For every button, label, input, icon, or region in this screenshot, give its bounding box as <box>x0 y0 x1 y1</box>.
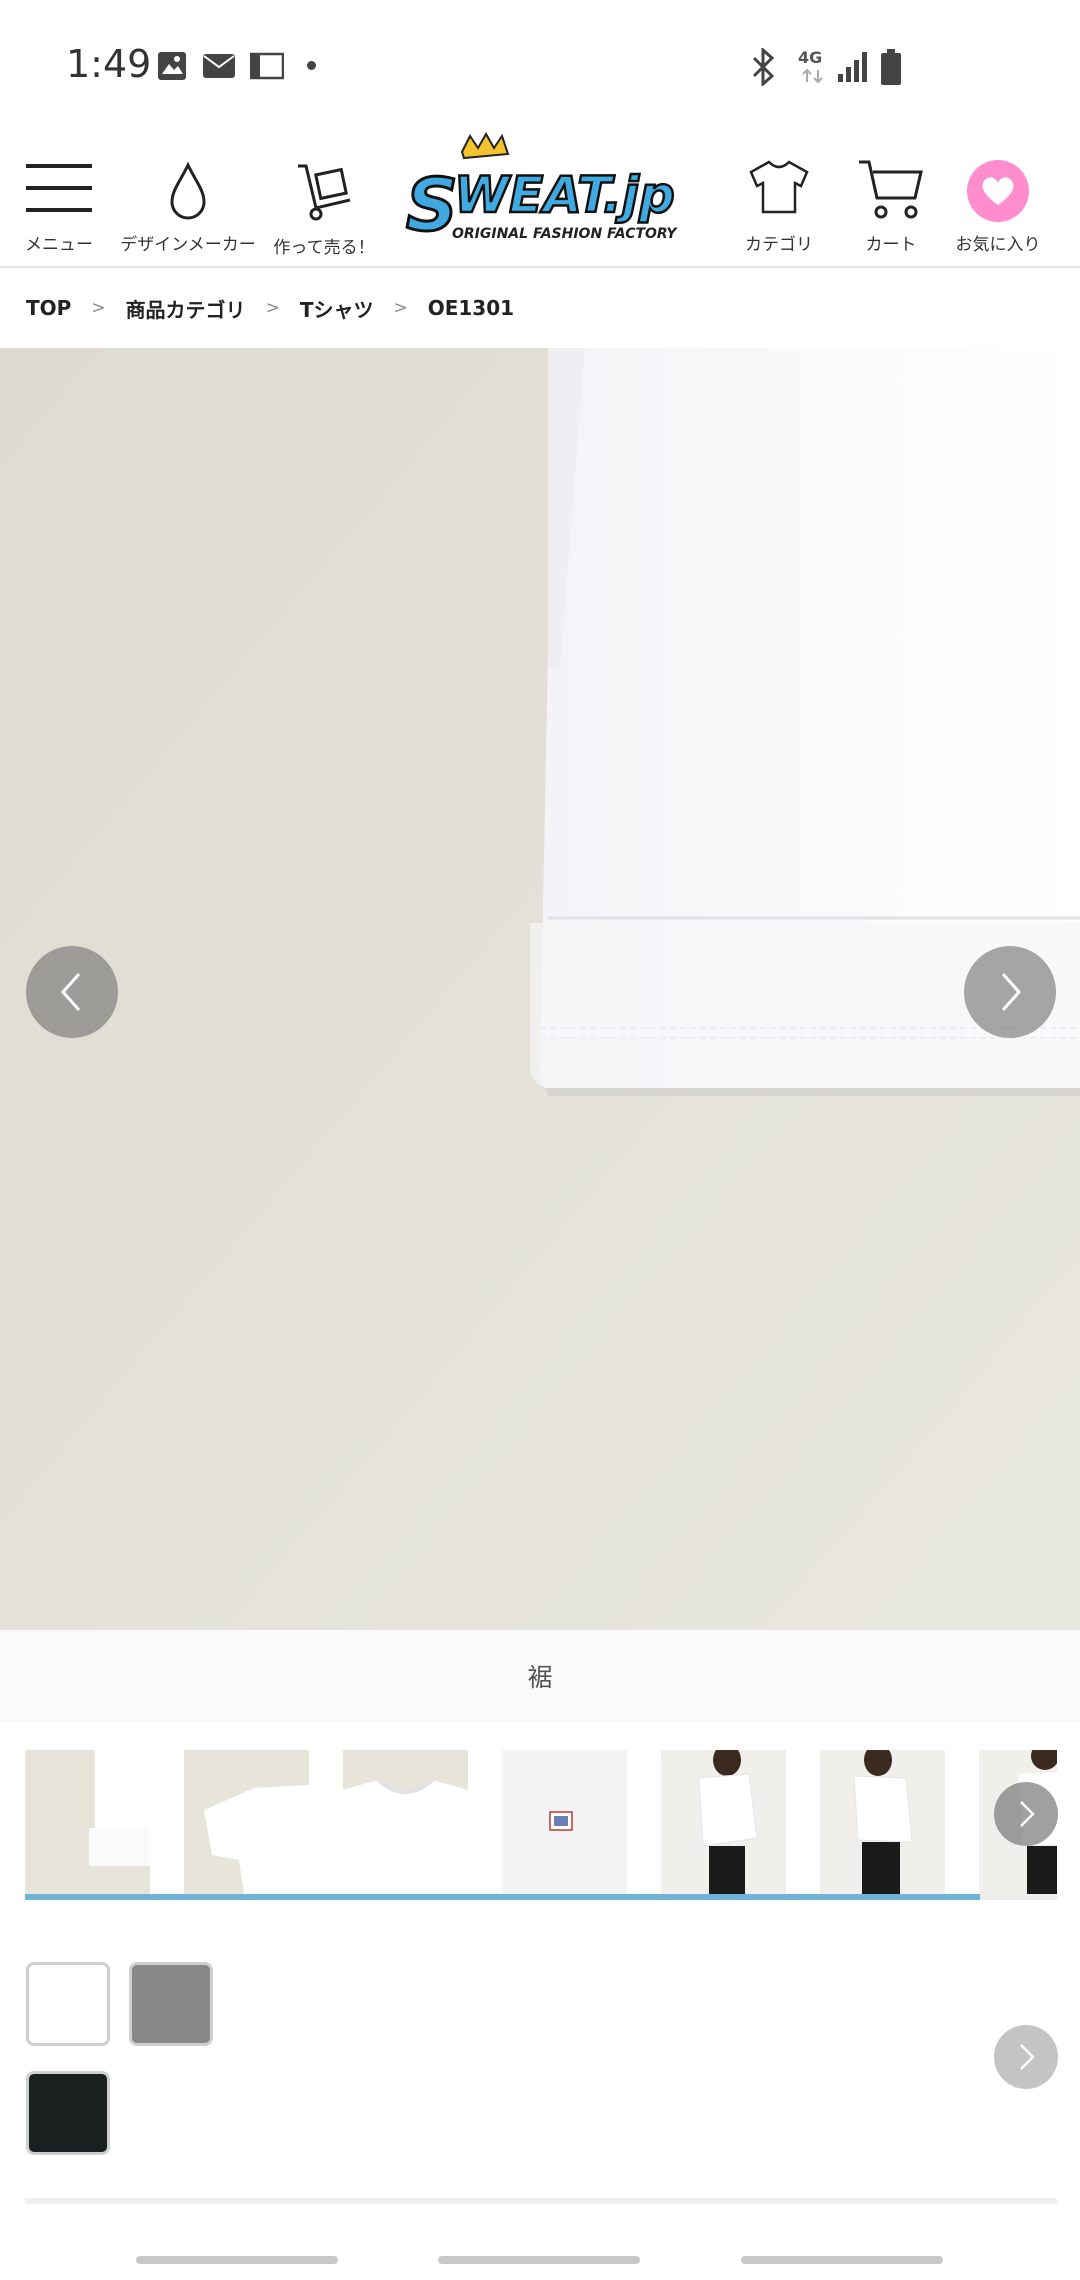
make-and-sell-label: 作って売る！ <box>273 238 375 258</box>
svg-text:S: S <box>406 163 458 247</box>
category-label: カテゴリ <box>745 235 813 255</box>
svg-text:WEAT.jp: WEAT.jp <box>454 166 675 224</box>
thumbnail-next-button[interactable] <box>994 1782 1058 1846</box>
chevron-right-icon <box>1020 2044 1035 2070</box>
color-swatch-white[interactable] <box>26 1962 110 2046</box>
category-button[interactable]: カテゴリ <box>734 130 824 266</box>
svg-text:ORIGINAL FASHION FACTORY: ORIGINAL FASHION FACTORY <box>452 226 678 242</box>
thumbnail-strip <box>25 1750 1057 1900</box>
sweat-logo-icon: S WEAT.jp ORIGINAL FASHION FACTORY <box>405 131 678 249</box>
nav-home[interactable] <box>438 2256 640 2264</box>
cart-icon <box>859 160 923 219</box>
thumbnail-scrollbar[interactable] <box>25 1894 980 1900</box>
chevron-left-icon <box>60 973 81 1011</box>
chevron-right-icon <box>1001 973 1022 1011</box>
design-maker-label: デザインメーカー <box>120 235 256 255</box>
design-maker-button[interactable]: デザインメーカー <box>118 130 258 266</box>
hamburger-icon <box>26 164 92 212</box>
color-swatch-black[interactable] <box>26 2071 110 2155</box>
next-image-button[interactable] <box>964 946 1056 1038</box>
nav-back[interactable] <box>741 2256 943 2264</box>
heart-icon <box>982 177 1014 205</box>
cart-button[interactable]: カート <box>846 130 936 266</box>
prev-image-button[interactable] <box>26 946 118 1038</box>
dot-icon <box>307 61 316 70</box>
breadcrumb-separator: > <box>393 298 408 318</box>
breadcrumb-separator: > <box>91 298 106 318</box>
tshirt-icon <box>749 160 809 214</box>
menu-button[interactable]: メニュー <box>14 130 104 266</box>
heart-badge <box>967 160 1029 222</box>
breadcrumb-separator: > <box>265 298 280 318</box>
breadcrumb: TOP > 商品カテゴリ > Tシャツ > OE1301 <box>0 268 1080 348</box>
image-caption: 裾 <box>0 1630 1080 1722</box>
favorites-label: お気に入り <box>955 235 1041 255</box>
thumbnail-sleeve[interactable] <box>184 1750 309 1895</box>
4g-icon <box>802 68 823 84</box>
product-main-image[interactable] <box>0 348 1080 1630</box>
mail-icon <box>203 54 235 78</box>
nav-recent-apps[interactable] <box>136 2256 338 2264</box>
signal-icon <box>838 52 867 82</box>
status-bar: 1:49 4G <box>0 0 1080 130</box>
breadcrumb-tshirt[interactable]: Tシャツ <box>300 294 374 323</box>
image-icon <box>158 52 186 80</box>
favorites-button[interactable]: お気に入り <box>952 130 1068 266</box>
chevron-right-icon <box>1020 1801 1035 1827</box>
section-divider <box>25 2198 1057 2204</box>
thumbnail-tag[interactable] <box>502 1750 627 1895</box>
site-header: メニュー デザインメーカー 作って売る！ S WEAT.jp ORIGINAL … <box>0 130 1080 268</box>
status-time: 1:49 <box>66 42 152 86</box>
site-logo[interactable]: S WEAT.jp ORIGINAL FASHION FACTORY <box>400 130 690 266</box>
network-type: 4G <box>798 48 823 67</box>
au-wallet-icon <box>250 52 284 80</box>
thumbnail-side-view[interactable] <box>661 1750 786 1895</box>
color-swatch-gray[interactable] <box>129 1962 213 2046</box>
thumbnail-side-view-2[interactable] <box>820 1750 945 1895</box>
cart-label: カート <box>865 235 917 255</box>
hand-truck-icon <box>298 164 351 221</box>
battery-icon <box>881 49 901 85</box>
breadcrumb-category[interactable]: 商品カテゴリ <box>126 294 246 323</box>
thumbnail-collar[interactable] <box>343 1750 468 1895</box>
breadcrumb-top[interactable]: TOP <box>26 296 71 320</box>
tshirt-hem-photo <box>0 348 1080 1630</box>
make-and-sell-button[interactable]: 作って売る！ <box>272 130 376 266</box>
bluetooth-icon <box>752 48 775 86</box>
drop-icon <box>170 162 206 220</box>
thumbnail-hem[interactable] <box>25 1750 150 1895</box>
breadcrumb-product: OE1301 <box>427 296 515 320</box>
swatch-next-button[interactable] <box>994 2025 1058 2089</box>
menu-label: メニュー <box>25 235 93 255</box>
